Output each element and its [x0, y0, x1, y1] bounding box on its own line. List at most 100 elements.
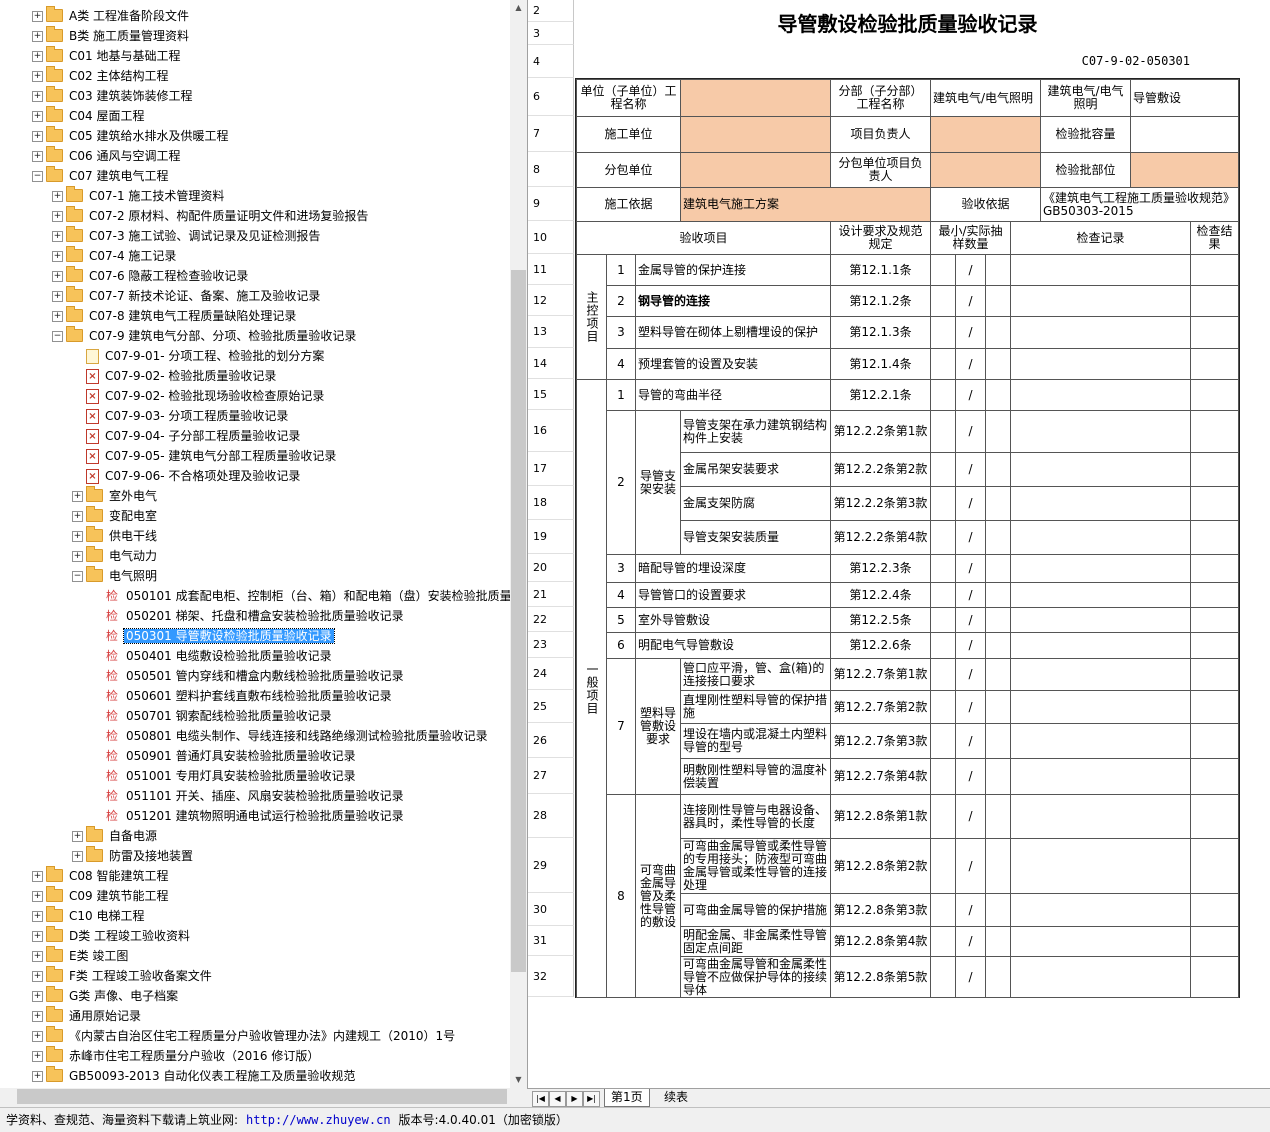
clause-cell[interactable]: 第12.2.7条第1款 [830, 658, 931, 691]
tree-folder[interactable]: + 防雷及接地装置 [72, 846, 195, 866]
sample-cell[interactable] [985, 285, 1011, 317]
clause-cell[interactable]: 第12.1.3条 [830, 316, 931, 349]
sample-slash[interactable]: / [955, 486, 986, 521]
item-no[interactable]: 6 [606, 632, 636, 659]
expand-icon[interactable]: + [72, 531, 83, 542]
row-header[interactable]: 7 [528, 116, 574, 152]
tree-folder[interactable]: − 电气照明 [72, 566, 159, 586]
group-no[interactable]: 8 [606, 794, 636, 998]
tree-folder[interactable]: + GB50093-2013 自动化仪表工程施工及质量验收规范 [32, 1066, 357, 1086]
row-header[interactable]: 15 [528, 379, 574, 410]
record-cell[interactable] [1010, 582, 1191, 608]
tree-folder[interactable]: + C07-3 施工试验、调试记录及见证检测报告 [52, 226, 322, 246]
sample-cell[interactable] [930, 658, 956, 691]
sample-cell[interactable] [930, 893, 956, 927]
sample-cell[interactable] [985, 486, 1011, 521]
row-header[interactable]: 6 [528, 78, 574, 116]
input-unit-name[interactable] [680, 79, 831, 117]
clause-cell[interactable]: 第12.2.8条第3款 [830, 893, 931, 927]
expand-icon[interactable]: + [32, 91, 43, 102]
tree-item[interactable]: 检 051101 开关、插座、风扇安装检验批质量验收记录 [92, 786, 406, 806]
tree-folder[interactable]: + 电气动力 [72, 546, 159, 566]
sample-slash[interactable]: / [955, 607, 986, 633]
sample-cell[interactable] [930, 607, 956, 633]
tree-folder[interactable]: + C06 通风与空调工程 [32, 146, 182, 166]
record-cell[interactable] [1010, 926, 1191, 957]
row-header[interactable]: 8 [528, 152, 574, 187]
expand-icon[interactable]: + [32, 51, 43, 62]
expand-icon[interactable]: + [32, 931, 43, 942]
expand-icon[interactable]: + [52, 211, 63, 222]
row-header[interactable]: 18 [528, 486, 574, 520]
tree-folder[interactable]: + C10 电梯工程 [32, 906, 146, 926]
sub-item-text[interactable]: 导管支架在承力建筑钢结构构件上安装 [680, 410, 831, 453]
sample-cell[interactable] [985, 520, 1011, 555]
clause-cell[interactable]: 第12.2.4条 [830, 582, 931, 608]
tree-folder[interactable]: + F类 工程竣工验收备案文件 [32, 966, 214, 986]
input-batch-capacity[interactable] [1130, 116, 1239, 153]
result-cell[interactable] [1190, 410, 1239, 453]
section-main[interactable]: 主控项目 [576, 254, 607, 380]
record-cell[interactable] [1010, 838, 1191, 894]
tree-folder[interactable]: − C07 建筑电气工程 [32, 166, 170, 186]
expand-icon[interactable]: + [72, 851, 83, 862]
row-header[interactable]: 14 [528, 348, 574, 379]
section-general[interactable]: 一般项目 [576, 379, 607, 998]
scroll-thumb[interactable] [511, 270, 526, 972]
sub-item-text[interactable]: 可弯曲金属导管和金属柔性导管不应做保护导体的接续导体 [680, 956, 831, 998]
tree-folder[interactable]: + C03 建筑装饰装修工程 [32, 86, 194, 106]
expand-icon[interactable]: + [52, 251, 63, 262]
tree-folder[interactable]: + C05 建筑给水排水及供暖工程 [32, 126, 230, 146]
sample-cell[interactable] [985, 758, 1011, 795]
input-batch-location[interactable] [1130, 152, 1239, 188]
row-header[interactable]: 31 [528, 926, 574, 956]
item-no[interactable]: 2 [606, 285, 636, 317]
result-cell[interactable] [1190, 758, 1239, 795]
record-cell[interactable] [1010, 452, 1191, 487]
record-cell[interactable] [1010, 607, 1191, 633]
website-link[interactable]: http://www.zhuyew.cn [246, 1113, 391, 1127]
label-cell[interactable]: 项目负责人 [830, 116, 931, 153]
expand-icon[interactable]: + [32, 31, 43, 42]
sample-slash[interactable]: / [955, 926, 986, 957]
record-cell[interactable] [1010, 758, 1191, 795]
tree-folder[interactable]: + 自备电源 [72, 826, 159, 846]
tree-vertical-scrollbar[interactable]: ▲ ▼ [510, 0, 527, 1088]
tree-item[interactable]: 检 050801 电缆头制作、导线连接和线路绝缘测试检验批质量验收记录 [92, 726, 490, 746]
item-text[interactable]: 预埋套管的设置及安装 [635, 348, 831, 380]
sample-cell[interactable] [930, 285, 956, 317]
tree-item[interactable]: C07-9-01- 分项工程、检验批的划分方案 [72, 346, 326, 366]
record-cell[interactable] [1010, 348, 1191, 380]
record-cell[interactable] [1010, 316, 1191, 349]
record-cell[interactable] [1010, 658, 1191, 691]
expand-icon[interactable]: + [32, 71, 43, 82]
sample-slash[interactable]: / [955, 285, 986, 317]
spreadsheet-area[interactable]: 2 3 4 6 7 8 9 10 11 12 13 14 15 16 17 18 19 20 21 22 23 24 25 2… [528, 0, 1270, 1088]
clause-cell[interactable]: 第12.2.3条 [830, 554, 931, 583]
result-cell[interactable] [1190, 658, 1239, 691]
row-header[interactable]: 10 [528, 221, 574, 254]
sample-slash[interactable]: / [955, 316, 986, 349]
expand-icon[interactable]: + [52, 271, 63, 282]
tree-folder[interactable]: + C09 建筑节能工程 [32, 886, 170, 906]
sample-cell[interactable] [985, 582, 1011, 608]
sample-cell[interactable] [930, 926, 956, 957]
row-header[interactable]: 9 [528, 187, 574, 221]
row-header[interactable]: 17 [528, 452, 574, 486]
file-tree[interactable]: + A类 工程准备阶段文件 + B类 施工质量管理资料 + C01 地基与基础工程 + C02… [0, 0, 528, 1089]
sample-cell[interactable] [985, 254, 1011, 286]
record-cell[interactable] [1010, 486, 1191, 521]
last-sheet-icon[interactable]: ▶| [583, 1091, 600, 1107]
sub-item-text[interactable]: 可弯曲金属导管的保护措施 [680, 893, 831, 927]
result-cell[interactable] [1190, 926, 1239, 957]
label-cell[interactable]: 分包单位 [576, 152, 681, 188]
expand-icon[interactable]: + [32, 1071, 43, 1082]
record-cell[interactable] [1010, 794, 1191, 839]
result-cell[interactable] [1190, 956, 1239, 998]
value-cell[interactable]: 《建筑电气工程施工质量验收规范》GB50303-2015 [1040, 187, 1239, 222]
result-cell[interactable] [1190, 379, 1239, 411]
sample-slash[interactable]: / [955, 956, 986, 998]
result-cell[interactable] [1190, 452, 1239, 487]
record-cell[interactable] [1010, 554, 1191, 583]
sub-item-text[interactable]: 直埋刚性塑料导管的保护措施 [680, 690, 831, 724]
